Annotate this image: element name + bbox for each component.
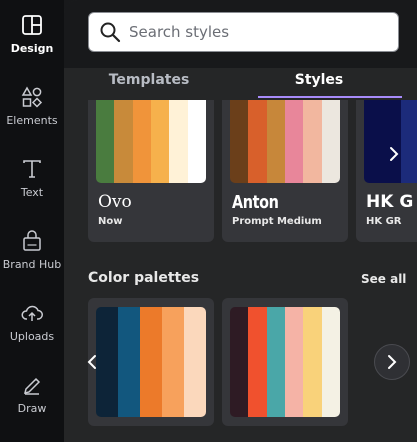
font-pairing: HK GR: [366, 216, 402, 227]
rail-item-design[interactable]: Design: [0, 0, 64, 70]
pen-icon: [23, 377, 41, 395]
text-icon: [23, 160, 41, 178]
color-chip: [230, 307, 249, 417]
section-title: Color palettes: [88, 270, 200, 286]
color-chip: [303, 100, 322, 183]
next-styles-button[interactable]: [376, 136, 412, 172]
font-name: Ovo: [98, 192, 132, 212]
color-chip: [303, 307, 322, 417]
color-chip: [162, 307, 184, 417]
layout-icon: [22, 15, 42, 35]
brand-bag-icon: [23, 230, 41, 251]
color-chip: [266, 100, 285, 183]
color-chip: [114, 100, 133, 183]
color-chip: [118, 307, 140, 417]
tab-bar: Templates Styles: [64, 62, 417, 100]
chevron-right-icon: [388, 355, 397, 369]
shapes-icon: [21, 86, 43, 108]
rail-item-draw[interactable]: Draw: [0, 360, 64, 430]
cloud-upload-icon: [21, 305, 43, 321]
tab-templates[interactable]: Templates: [64, 62, 234, 98]
rail-item-label: Design: [10, 42, 54, 55]
palette-swatch: [96, 307, 206, 417]
font-name: Anton: [232, 192, 279, 213]
search-box[interactable]: [88, 12, 399, 52]
rail-item-uploads[interactable]: Uploads: [0, 288, 64, 358]
font-name: HK G: [366, 192, 414, 212]
rail-item-label: Draw: [17, 402, 47, 415]
color-chip: [321, 100, 340, 183]
chevron-left-icon: [87, 355, 96, 369]
color-chip: [187, 100, 206, 183]
color-chip: [321, 307, 340, 417]
color-palette-card[interactable]: [222, 298, 348, 426]
search-input[interactable]: [129, 23, 379, 41]
previous-palettes-button[interactable]: [74, 344, 110, 380]
rail-item-label: Text: [20, 186, 44, 199]
color-chip: [230, 100, 249, 183]
color-chip: [266, 307, 285, 417]
rail-item-label: Brand Hub: [2, 258, 62, 271]
style-card[interactable]: Anton Prompt Medium: [222, 100, 348, 242]
see-all-link[interactable]: See all: [361, 272, 406, 286]
rail-item-elements[interactable]: Elements: [0, 72, 64, 142]
palette-swatch: [96, 100, 206, 183]
color-chip: [132, 100, 151, 183]
style-card[interactable]: HK G HK GR: [356, 100, 417, 242]
styles-panel: Templates Styles Ovo Now Anton Prompt Me…: [64, 0, 417, 442]
color-chip: [184, 307, 206, 417]
tab-styles[interactable]: Styles: [234, 62, 404, 98]
font-pairing: Prompt Medium: [232, 216, 322, 227]
next-palettes-button[interactable]: [374, 344, 410, 380]
side-rail: Design Elements Text Brand Hub Uploads D…: [0, 0, 64, 442]
palette-swatch: [230, 100, 340, 183]
search-icon: [100, 22, 121, 43]
chevron-right-icon: [390, 147, 399, 161]
color-chip: [284, 100, 304, 183]
palette-swatch: [230, 307, 340, 417]
color-chip: [169, 100, 188, 183]
rail-item-label: Elements: [6, 114, 58, 127]
color-chip: [140, 307, 162, 417]
style-card[interactable]: Ovo Now: [88, 100, 214, 242]
color-chip: [248, 307, 267, 417]
color-chip: [284, 307, 304, 417]
color-chip: [96, 100, 115, 183]
rail-item-brand-hub[interactable]: Brand Hub: [0, 216, 64, 286]
font-pairing: Now: [98, 216, 123, 227]
color-chip: [150, 100, 170, 183]
rail-item-text[interactable]: Text: [0, 144, 64, 214]
active-tab-indicator: [258, 96, 402, 98]
rail-item-label: Uploads: [9, 330, 55, 343]
color-chip: [248, 100, 267, 183]
